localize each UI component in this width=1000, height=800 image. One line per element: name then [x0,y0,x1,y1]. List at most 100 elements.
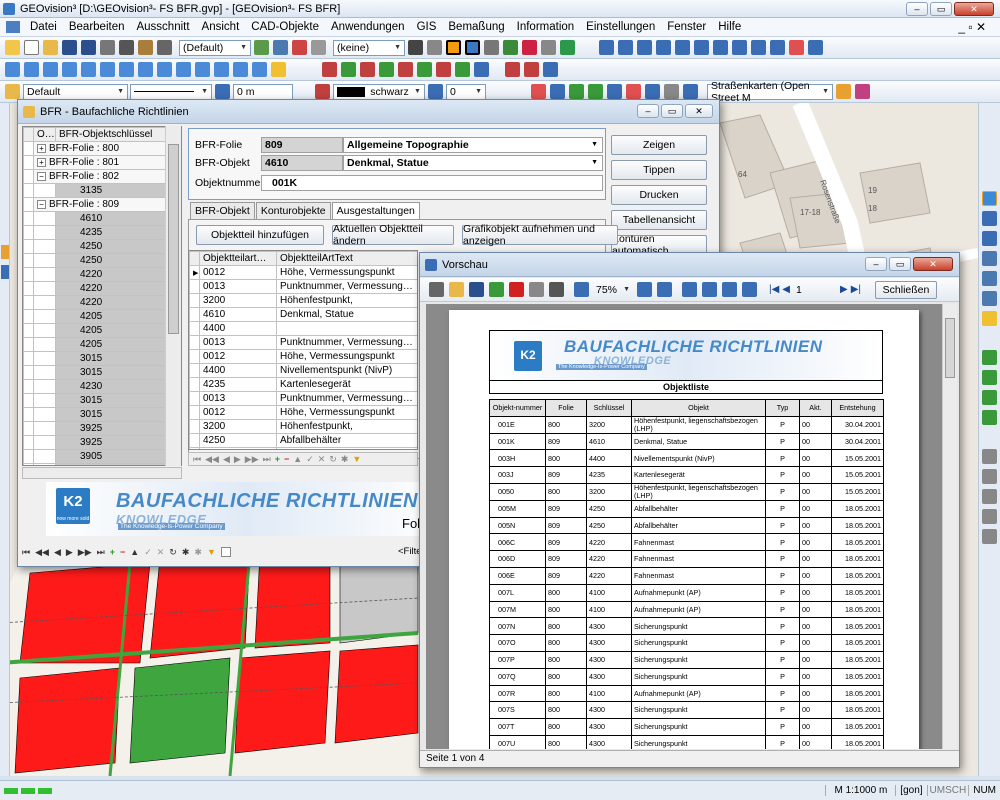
grid-icon[interactable] [427,40,442,55]
main-nav-last-icon[interactable]: ⏭ [97,547,105,558]
main-nav-star-icon[interactable]: ✱ [182,547,190,558]
symbol-tool-icon[interactable] [176,62,191,77]
bfr-maximize-button[interactable]: ▭ [661,104,683,118]
report-vscrollbar[interactable] [942,304,957,749]
main-nav-prev-page-icon[interactable]: ◀◀ [35,547,49,558]
layers-icon[interactable] [522,40,537,55]
zoom-3-icon[interactable] [637,40,652,55]
edit-7-icon[interactable] [436,62,451,77]
line-tool-icon[interactable] [24,62,39,77]
menu-cad-objekte[interactable]: CAD-Objekte [245,21,325,33]
mdi-controls[interactable]: _ ▫ ✕ [952,20,992,34]
select-3-icon[interactable] [982,390,997,405]
nav-delete-icon[interactable]: − [284,454,289,464]
edit-1-icon[interactable] [322,62,337,77]
detail-row[interactable]: ▶ 0012 Höhe, Vermessungspunkt [189,265,417,280]
undo-icon[interactable] [157,40,172,55]
menu-bemassung[interactable]: Bemaßung [442,21,510,33]
tree-row[interactable]: 3905 [23,463,181,465]
tree-scrollbar[interactable] [165,126,181,466]
detail-row[interactable]: 3200 Höhenfestpunkt, [189,419,417,434]
nummer-input[interactable]: 001K [261,175,603,191]
main-nav-add-icon[interactable]: + [110,547,115,557]
tree-row[interactable]: 3135 [23,183,181,198]
prop-6-icon[interactable] [626,84,641,99]
main-nav-check-icon[interactable]: ✓ [144,547,152,558]
tippen-button[interactable]: Tippen [611,160,707,180]
zoom-10-icon[interactable] [770,40,785,55]
color-select[interactable]: schwarz ▼ [333,83,425,100]
curve-tool-icon[interactable] [62,62,77,77]
basemap-2-icon[interactable] [855,84,870,99]
copy-icon[interactable] [100,40,115,55]
edit-8-icon[interactable] [455,62,470,77]
tree-row[interactable]: 4250 [23,239,181,254]
layer-combo[interactable]: (keine) ▼ [333,39,405,56]
zoom-9-icon[interactable] [751,40,766,55]
nav-next-icon[interactable]: ▶ [234,454,241,465]
tree-row[interactable]: 4205 [23,337,181,352]
menu-gis[interactable]: GIS [411,21,443,33]
main-nav-cancel-icon[interactable]: ✕ [157,547,165,558]
tree-row[interactable]: 3015 [23,351,181,366]
prop-2-icon[interactable] [550,84,565,99]
style-tool4-icon[interactable] [311,40,326,55]
detail-row[interactable]: 0012 Höhe, Vermessungspunkt [189,405,417,420]
preview-zoom-out-icon[interactable] [637,282,652,297]
menu-datei[interactable]: Datei [24,21,63,33]
nav-filter-icon[interactable]: ▼ [352,454,361,464]
vorschau-close-button[interactable]: ✕ [913,257,953,271]
zoom-select[interactable]: 75% ▼ [593,282,633,298]
preview-open-icon[interactable] [449,282,464,297]
zoom-2-icon[interactable] [618,40,633,55]
tree-row[interactable]: 3925 [23,421,181,436]
nav-prev-icon[interactable]: ◀ [223,454,230,465]
linestyle-icon[interactable] [215,84,230,99]
point-tool-icon[interactable] [5,62,20,77]
nav-refresh-icon[interactable]: ↻ [329,454,337,465]
schliessen-button[interactable]: Schließen [875,281,937,299]
gis-icon[interactable] [560,40,575,55]
detail-row[interactable]: 0013 Punktnummer, Vermessungspunkt [189,335,417,350]
zoom-12-icon[interactable] [808,40,823,55]
zeigen-button[interactable]: Zeigen [611,135,707,155]
color-tool-icon[interactable] [315,84,330,99]
preview-edit-icon[interactable] [742,282,757,297]
minimize-button[interactable]: – [906,2,928,16]
linestyle-select[interactable]: ▼ [130,83,212,100]
edit-10-icon[interactable] [505,62,520,77]
save-icon[interactable] [62,40,77,55]
preview-page2-icon[interactable] [702,282,717,297]
detail-row[interactable]: 4400 Nivellementspunkt (NivP) [189,363,417,378]
edit-2-icon[interactable] [341,62,356,77]
image-tool-icon[interactable] [271,62,286,77]
edit-a-icon[interactable] [982,449,997,464]
preview-page3-icon[interactable] [722,282,737,297]
main-nav-prev-icon[interactable]: ◀ [54,547,61,558]
basemap-1-icon[interactable] [836,84,851,99]
zoom-1-icon[interactable] [599,40,614,55]
mdi-doc-icon[interactable] [6,21,20,33]
snap-blue-icon[interactable] [465,40,480,55]
detail-header-text[interactable]: ObjektteilArtText [276,251,417,266]
preview-save-icon[interactable] [469,282,484,297]
edit-d-icon[interactable] [982,509,997,524]
collapse-icon[interactable]: − [37,172,46,181]
save-all-icon[interactable] [81,40,96,55]
tree-row[interactable]: 4205 [23,309,181,324]
tree-row[interactable]: + BFR-Folie : 801 [23,155,181,170]
zoom-8-icon[interactable] [732,40,747,55]
tree-row[interactable]: − BFR-Folie : 809 [23,197,181,212]
nav-cancel-icon[interactable]: ✕ [318,454,326,465]
prop-4-icon[interactable] [588,84,603,99]
tab-konturobjekte[interactable]: Konturobjekte [255,202,331,219]
nav-check-icon[interactable]: ✓ [306,454,314,465]
preview-pdf-icon[interactable] [509,282,524,297]
tree-row[interactable]: − BFR-Folie : 802 [23,169,181,184]
width-input[interactable]: 0 m [233,83,293,100]
linewidth-icon[interactable] [428,84,443,99]
left-tool-1-icon[interactable] [1,245,9,259]
tree-scroll-thumb[interactable] [168,144,179,334]
zoom-plus-icon[interactable] [982,251,997,266]
main-nav-delete-icon[interactable]: − [120,547,125,557]
